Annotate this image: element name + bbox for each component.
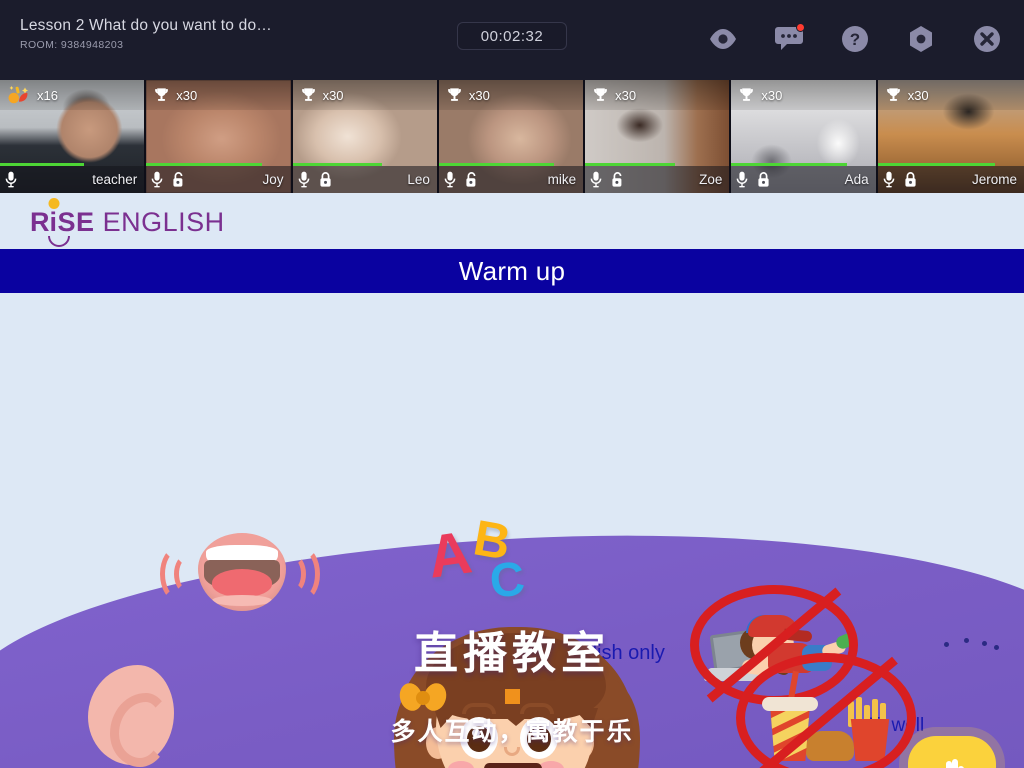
lock-closed-icon — [758, 172, 770, 187]
logo-dot — [48, 198, 59, 209]
top-bar: Lesson 2 What do you want to do… ROOM: 9… — [0, 0, 1024, 80]
trophy-icon — [740, 87, 754, 101]
participant-controls: Ada — [731, 166, 876, 193]
participant-controls: Leo — [292, 166, 437, 193]
participant-tile[interactable]: x30 Leo — [292, 80, 439, 193]
sound-wave-icon — [174, 555, 198, 593]
participant-controls: teacher — [0, 166, 145, 193]
classroom-app: Lesson 2 What do you want to do… ROOM: 9… — [0, 0, 1024, 768]
participant-tile[interactable]: x30 Ada — [731, 80, 878, 193]
participant-reward-badge: x30 — [877, 80, 1024, 110]
room-number: 9384948203 — [60, 39, 124, 51]
settings-icon[interactable] — [902, 20, 940, 58]
participant-name: Jerome — [971, 172, 1017, 187]
footer-title: 直播教室 — [414, 628, 610, 679]
talking-mouth-illustration — [160, 533, 320, 623]
participant-controls: Zoe — [585, 166, 730, 193]
letter-a: A — [423, 518, 476, 591]
chat-unread-badge — [796, 23, 805, 32]
mic-icon — [737, 171, 748, 188]
logo-word-english: ENGLISH — [102, 207, 225, 237]
help-icon[interactable]: ? — [836, 20, 874, 58]
abc-illustration: A B C — [423, 509, 548, 609]
mouth-icon — [198, 533, 286, 611]
lock-open-icon — [466, 172, 476, 187]
girl-smile — [484, 763, 542, 768]
participant-strip: x16 teacher x30 Joy x30 Leo x30 mike x30 Zoe x30 Ad… — [0, 80, 1024, 193]
footer-subtitle: 多人互动，寓教于乐 — [390, 717, 634, 746]
lesson-title: Lesson 2 What do you want to do… — [20, 17, 272, 34]
trophy-icon — [594, 87, 607, 101]
hand-icon — [946, 759, 964, 768]
reward-count: x16 — [37, 87, 58, 103]
mic-icon — [151, 171, 163, 188]
chat-icon[interactable] — [770, 20, 808, 58]
reward-count: x30 — [176, 87, 198, 103]
gift-icon — [8, 86, 28, 104]
logo-letter-i: i — [47, 198, 70, 247]
eye-icon[interactable] — [704, 20, 742, 58]
participant-tile[interactable]: x30 Jerome — [877, 80, 1024, 193]
participant-reward-badge: x16 — [0, 80, 145, 110]
participant-name: teacher — [92, 172, 138, 187]
brand-bar: Ri SE ENGLISH — [0, 193, 1024, 249]
room-info: ROOM: 9384948203 — [20, 39, 272, 51]
reward-count: x30 — [761, 87, 783, 103]
participant-tile[interactable]: x30 Joy — [146, 80, 293, 193]
lock-closed-icon — [319, 172, 331, 187]
footer-separator — [504, 689, 520, 704]
participant-name: Joy — [262, 172, 284, 187]
participant-controls: Jerome — [877, 166, 1024, 193]
participant-reward-badge: x30 — [731, 80, 876, 110]
participant-reward-badge: x30 — [438, 80, 584, 110]
participant-name: Zoe — [699, 172, 723, 187]
participant-reward-badge: x30 — [292, 80, 437, 110]
section-banner: Warm up — [0, 249, 1024, 293]
rise-english-logo: Ri SE ENGLISH — [30, 198, 225, 247]
letter-c: C — [487, 552, 528, 609]
participant-tile[interactable]: x16 teacher — [0, 80, 147, 193]
lock-closed-icon — [905, 172, 916, 187]
mic-icon — [590, 171, 602, 188]
mic-icon — [444, 171, 456, 188]
lock-open-icon — [612, 172, 622, 187]
trophy-icon — [301, 87, 315, 101]
reward-count: x30 — [322, 87, 344, 103]
mic-icon — [883, 171, 895, 188]
reward-count: x30 — [615, 87, 637, 103]
lock-open-icon — [173, 172, 183, 187]
participant-name: mike — [547, 172, 577, 187]
mic-icon — [5, 171, 17, 188]
session-timer: 00:02:32 — [457, 22, 567, 50]
trophy-icon — [886, 87, 900, 101]
top-bar-actions: ? — [704, 20, 1006, 58]
svg-text:?: ? — [850, 30, 860, 49]
participant-reward-badge: x30 — [585, 80, 730, 110]
trophy-icon — [155, 87, 169, 101]
logo-smile — [47, 236, 70, 247]
participant-tile[interactable]: x30 mike — [438, 80, 586, 193]
logo-letters-se: SE — [57, 207, 95, 237]
participant-name: Ada — [844, 172, 869, 187]
reward-count: x30 — [907, 87, 929, 103]
trophy-icon — [447, 87, 461, 101]
mic-icon — [298, 171, 309, 188]
room-label: ROOM: — [20, 39, 58, 51]
slide-footer: 直播教室 多人互动，寓教于乐 — [0, 617, 1024, 748]
lesson-slide: Ri SE ENGLISH Warm up A B C English only… — [0, 193, 1024, 768]
participant-controls: Joy — [146, 166, 291, 193]
logo-letter-i-stem: i — [49, 207, 58, 237]
reward-count: x30 — [468, 87, 490, 103]
section-title: Warm up — [458, 255, 566, 286]
logo-letter-r: R — [30, 207, 50, 237]
participant-reward-badge: x30 — [146, 80, 291, 110]
close-icon[interactable] — [968, 20, 1006, 58]
lesson-info: Lesson 2 What do you want to do… ROOM: 9… — [20, 17, 272, 51]
participant-tile[interactable]: x30 Zoe — [585, 80, 732, 193]
slide-canvas: Speak clearly A B C English only — [0, 293, 1024, 768]
participant-name: Leo — [407, 172, 430, 187]
participant-controls: mike — [438, 166, 584, 193]
